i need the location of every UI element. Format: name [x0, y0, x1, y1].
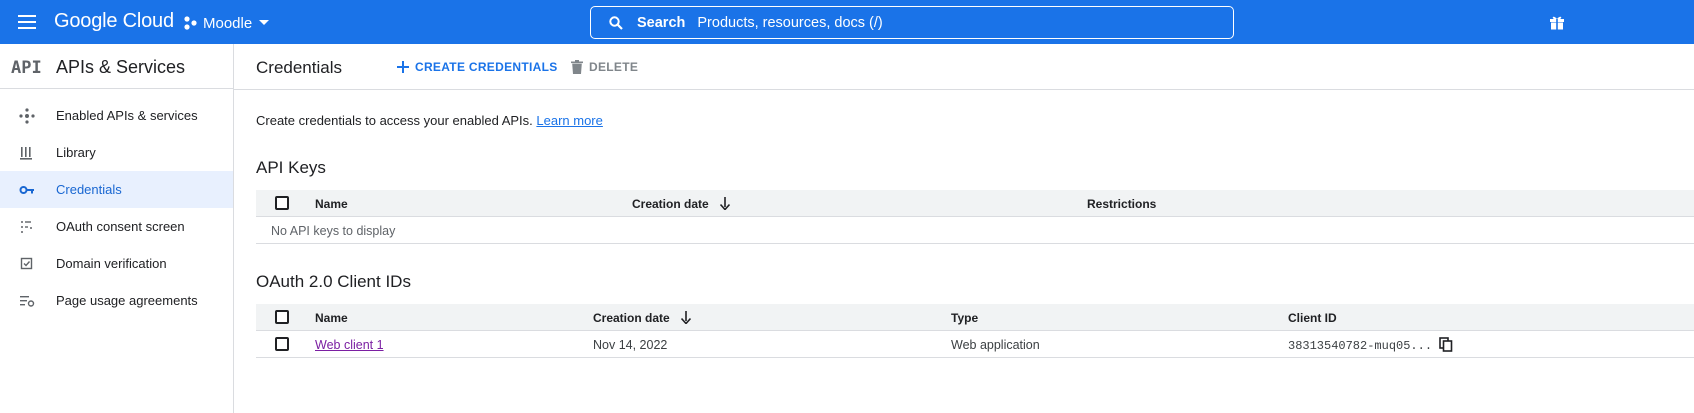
api-keys-table-header: Name Creation date Restrictions	[256, 190, 1694, 217]
sidebar-title: APIs & Services	[56, 57, 186, 77]
empty-message: No API keys to display	[271, 224, 396, 238]
gift-icon[interactable]	[1549, 14, 1565, 30]
sidebar-item-library[interactable]: Library	[0, 134, 233, 171]
learn-more-link[interactable]: Learn more	[536, 113, 602, 128]
project-name: Moodle	[203, 14, 253, 32]
sidebar-item-label: OAuth consent screen	[56, 219, 185, 234]
column-header-name[interactable]: Name	[315, 197, 348, 211]
create-credentials-button[interactable]: CREATE CREDENTIALS	[396, 58, 558, 76]
sidebar-item-label: Library	[56, 145, 96, 160]
row-checkbox[interactable]	[275, 337, 289, 351]
table-row-empty: No API keys to display	[256, 217, 1694, 244]
intro-text: Create credentials to access your enable…	[256, 113, 603, 128]
column-header-restrictions[interactable]: Restrictions	[1087, 197, 1156, 211]
column-header-name[interactable]: Name	[315, 311, 348, 325]
chevron-down-icon	[259, 20, 270, 25]
create-credentials-label: CREATE CREDENTIALS	[415, 60, 558, 74]
api-logo-icon: API	[11, 58, 42, 75]
key-icon	[19, 186, 34, 194]
client-type: Web application	[951, 338, 1040, 352]
sidebar-item-label: Credentials	[56, 182, 122, 197]
api-keys-title: API Keys	[256, 158, 326, 177]
oauth-title: OAuth 2.0 Client IDs	[256, 272, 411, 291]
intro-description: Create credentials to access your enable…	[256, 113, 533, 128]
sidebar-item-label: Domain verification	[56, 256, 167, 271]
column-header-client-id[interactable]: Client ID	[1288, 311, 1337, 325]
search-label: Search	[637, 14, 686, 31]
trash-icon	[571, 60, 583, 74]
arrow-down-icon	[681, 310, 692, 324]
sidebar-item-domain-verification[interactable]: Domain verification	[0, 245, 233, 282]
sidebar-item-enabled-apis[interactable]: Enabled APIs & services	[0, 97, 233, 134]
sidebar-item-page-usage[interactable]: Page usage agreements	[0, 282, 233, 319]
copy-icon[interactable]	[1439, 337, 1453, 352]
client-creation-date: Nov 14, 2022	[593, 338, 668, 352]
settings-list-icon	[20, 296, 35, 307]
column-header-creation-date[interactable]: Creation date	[632, 196, 731, 211]
page-title: Credentials	[256, 58, 342, 77]
column-header-type[interactable]: Type	[951, 311, 978, 325]
client-name-link[interactable]: Web client 1	[315, 338, 384, 352]
delete-label: DELETE	[589, 60, 639, 74]
project-icon	[184, 16, 197, 30]
page-header: Credentials CREATE CREDENTIALS DELETE	[234, 44, 1694, 90]
sidebar-item-label: Page usage agreements	[56, 293, 198, 308]
search-placeholder: Products, resources, docs (/)	[697, 14, 883, 31]
table-row: Web client 1 Nov 14, 2022 Web applicatio…	[256, 331, 1694, 358]
oauth-table-header: Name Creation date Type Client ID	[256, 304, 1694, 331]
plus-icon	[397, 61, 409, 73]
consent-icon	[21, 221, 32, 233]
select-all-oauth-checkbox[interactable]	[275, 310, 289, 324]
checkbox-icon	[20, 257, 33, 270]
column-header-creation-date[interactable]: Creation date	[593, 310, 692, 325]
hub-icon	[19, 108, 35, 124]
sidebar-item-oauth-consent[interactable]: OAuth consent screen	[0, 208, 233, 245]
client-id: 38313540782-muq05...	[1288, 339, 1433, 353]
menu-icon[interactable]	[17, 13, 37, 31]
project-selector[interactable]: Moodle	[183, 12, 270, 34]
library-icon	[20, 147, 32, 160]
sidebar-item-label: Enabled APIs & services	[56, 108, 198, 123]
search-icon	[609, 15, 623, 30]
select-all-api-keys-checkbox[interactable]	[275, 196, 289, 210]
delete-button[interactable]: DELETE	[571, 58, 638, 76]
api-logo-text: API	[11, 58, 42, 75]
search-input[interactable]: Search Products, resources, docs (/)	[590, 6, 1234, 39]
top-bar: Google Cloud Moodle Search Products, res…	[0, 0, 1694, 44]
arrow-down-icon	[720, 196, 731, 210]
google-cloud-logo[interactable]: Google Cloud	[54, 10, 174, 33]
sidebar-item-credentials[interactable]: Credentials	[0, 171, 233, 208]
